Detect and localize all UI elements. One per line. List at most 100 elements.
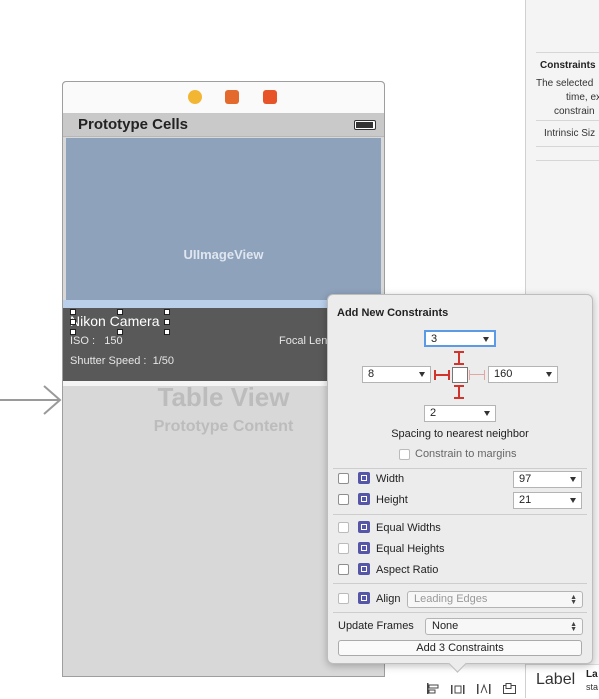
height-label: Height bbox=[376, 494, 408, 506]
top-spacing-value: 3 bbox=[431, 333, 438, 345]
shutter-speed-label[interactable]: Shutter Speed : 1/50 bbox=[70, 355, 174, 367]
constrain-margins-label: Constrain to margins bbox=[415, 448, 517, 460]
divider bbox=[333, 612, 587, 613]
right-spacing-value: 160 bbox=[494, 368, 513, 380]
description-line: constrain bbox=[554, 106, 595, 117]
exit-icon[interactable] bbox=[263, 90, 277, 104]
resize-handle[interactable] bbox=[117, 309, 123, 315]
align-select[interactable]: Leading Edges ▲ ▼ bbox=[407, 591, 583, 608]
storyboard-entry-arrow[interactable] bbox=[0, 384, 64, 416]
focal-length-label[interactable]: Focal Len bbox=[279, 335, 327, 347]
top-spacing-field[interactable]: 3 bbox=[424, 330, 496, 347]
right-constraint-ibeam bbox=[469, 370, 470, 380]
constrain-margins-checkbox[interactable] bbox=[399, 449, 410, 460]
updown-chevron-icon: ▲ ▼ bbox=[570, 594, 577, 606]
resize-handle[interactable] bbox=[164, 309, 170, 315]
equal-heights-icon bbox=[358, 542, 370, 554]
popover-title: Add New Constraints bbox=[337, 307, 449, 319]
description-line: The selected bbox=[536, 78, 594, 89]
update-frames-label: Update Frames bbox=[338, 620, 414, 632]
right-constraint-ibeam bbox=[484, 370, 485, 380]
iso-caption: ISO : bbox=[70, 335, 96, 347]
shutter-caption: Shutter Speed : bbox=[70, 355, 147, 367]
camera-name-label[interactable]: Nikon Camera bbox=[70, 313, 159, 329]
height-value-field[interactable]: 21 bbox=[513, 492, 582, 509]
resolve-issues-icon[interactable] bbox=[477, 683, 491, 694]
width-constraint-icon bbox=[358, 472, 370, 484]
align-checkbox[interactable] bbox=[338, 593, 349, 604]
chevron-down-icon[interactable] bbox=[419, 372, 425, 377]
object-library-item-label[interactable]: Label La sta bbox=[526, 664, 599, 699]
right-spacing-field[interactable]: 160 bbox=[488, 366, 558, 383]
align-label: Align bbox=[376, 593, 401, 605]
equal-widths-label: Equal Widths bbox=[376, 522, 441, 534]
left-constraint-ibeam bbox=[448, 370, 450, 380]
add-constraints-popover: Add New Constraints 3 8 160 2 Spacing to… bbox=[327, 294, 593, 673]
divider bbox=[333, 514, 587, 515]
aspect-ratio-label: Aspect Ratio bbox=[376, 564, 439, 576]
right-constraint-ibeam[interactable] bbox=[469, 374, 485, 375]
add-constraints-button[interactable]: Add 3 Constraints bbox=[338, 640, 582, 656]
updown-chevron-icon: ▲ ▼ bbox=[570, 621, 577, 633]
top-constraint-ibeam bbox=[454, 363, 464, 365]
align-tool-icon[interactable] bbox=[426, 683, 440, 694]
top-constraint-ibeam bbox=[454, 351, 464, 353]
divider bbox=[333, 583, 587, 584]
chevron-down-icon[interactable] bbox=[570, 477, 576, 482]
resize-handle[interactable] bbox=[70, 309, 76, 315]
view-controller-icon[interactable] bbox=[188, 90, 202, 104]
chevron-down-icon[interactable] bbox=[483, 337, 489, 342]
chevron-down-icon[interactable] bbox=[570, 498, 576, 503]
chevron-down-icon[interactable] bbox=[546, 372, 552, 377]
height-value: 21 bbox=[519, 494, 532, 506]
left-spacing-field[interactable]: 8 bbox=[362, 366, 431, 383]
selected-view-square bbox=[452, 367, 468, 383]
left-constraint-ibeam bbox=[434, 370, 436, 380]
scene-dock bbox=[63, 82, 384, 114]
resize-handle[interactable] bbox=[164, 329, 170, 335]
height-checkbox[interactable] bbox=[338, 494, 349, 505]
align-icon bbox=[358, 592, 370, 604]
first-responder-icon[interactable] bbox=[225, 90, 239, 104]
resize-handle[interactable] bbox=[70, 319, 76, 325]
width-value-field[interactable]: 97 bbox=[513, 471, 582, 488]
label-item-title: Label bbox=[536, 671, 576, 688]
bottom-constraint-ibeam bbox=[454, 385, 464, 387]
update-frames-value: None bbox=[432, 620, 459, 632]
aspect-ratio-checkbox[interactable] bbox=[338, 564, 349, 575]
resizing-behavior-icon[interactable] bbox=[503, 683, 517, 694]
width-value: 97 bbox=[519, 473, 532, 485]
battery-icon bbox=[354, 120, 376, 130]
constraints-section-title: Constraints bbox=[540, 60, 596, 71]
resize-handle[interactable] bbox=[164, 319, 170, 325]
label-item-subtitle: sta bbox=[586, 682, 599, 692]
equal-widths-icon bbox=[358, 521, 370, 533]
equal-heights-checkbox[interactable] bbox=[338, 543, 349, 554]
divider bbox=[333, 468, 587, 469]
navigation-bar: Prototype Cells bbox=[63, 114, 384, 137]
iso-value: 150 bbox=[104, 335, 123, 347]
divider bbox=[536, 52, 599, 53]
align-select-value: Leading Edges bbox=[414, 593, 488, 605]
equal-heights-label: Equal Heights bbox=[376, 543, 445, 555]
bottom-spacing-value: 2 bbox=[430, 407, 437, 419]
label-item-name: La bbox=[586, 669, 598, 680]
nav-title: Prototype Cells bbox=[78, 116, 189, 133]
image-view[interactable]: UIImageView bbox=[66, 138, 381, 300]
divider bbox=[536, 120, 599, 121]
aspect-ratio-icon bbox=[358, 563, 370, 575]
image-view-label: UIImageView bbox=[183, 247, 264, 262]
bottom-spacing-field[interactable]: 2 bbox=[424, 405, 496, 422]
left-spacing-value: 8 bbox=[368, 368, 375, 380]
intrinsic-size-label: Intrinsic Siz bbox=[544, 128, 596, 139]
chevron-down-icon[interactable] bbox=[484, 411, 490, 416]
description-line: time, exp bbox=[566, 92, 599, 103]
update-frames-select[interactable]: None ▲ ▼ bbox=[425, 618, 583, 635]
iso-label[interactable]: ISO : 150 bbox=[70, 335, 123, 347]
pin-tool-icon[interactable] bbox=[451, 683, 465, 694]
popover-tail bbox=[448, 654, 467, 673]
width-checkbox[interactable] bbox=[338, 473, 349, 484]
height-constraint-icon bbox=[358, 493, 370, 505]
equal-widths-checkbox[interactable] bbox=[338, 522, 349, 533]
width-label: Width bbox=[376, 473, 405, 485]
